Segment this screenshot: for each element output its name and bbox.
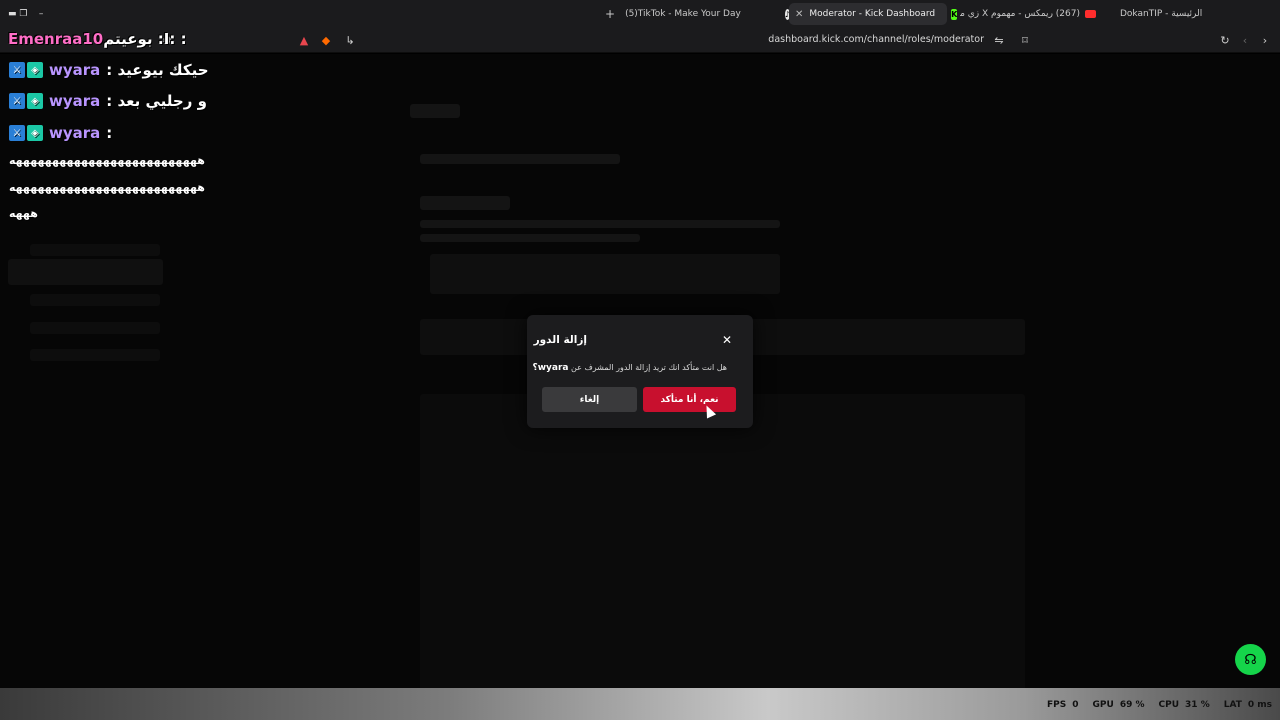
chat-username: wyara <box>49 92 101 110</box>
chat-message: ⚔ ◈ wyara : حيكك بيوعيد <box>9 61 209 79</box>
description-placeholder <box>420 234 640 242</box>
moderators-table-placeholder <box>420 394 1025 694</box>
sidebar-active-placeholder <box>8 259 163 285</box>
tabs-placeholder <box>420 154 620 164</box>
tab-label: (267) ريمكس - مهموم X زي مي | ... <box>960 9 1080 19</box>
new-tab-icon[interactable]: + <box>605 7 615 21</box>
share-icon[interactable]: ↳ <box>343 33 357 47</box>
back-icon[interactable]: › <box>1258 33 1272 47</box>
cancel-button[interactable]: إلغاء <box>542 387 637 412</box>
section-heading-placeholder <box>420 196 510 210</box>
fps-label: FPS <box>1047 700 1067 710</box>
performance-stats: FPS 0 GPU 69 % CPU 31 % LAT 0 ms <box>1047 700 1272 710</box>
streamer-name: Emenraa10 <box>8 30 104 48</box>
fps-value: 0 <box>1072 700 1079 710</box>
sidebar-placeholder <box>30 244 160 256</box>
latency-value: 0 ms <box>1247 700 1272 710</box>
chat-spam-line: هههه <box>9 207 39 220</box>
remove-role-dialog: إزالة الدور ✕ هل انت متأكد انك تريد إزال… <box>527 315 753 428</box>
browser-tab-bar: ▬ ❐ – + (5)TikTok - Make Your Day ♪ ✕ Mo… <box>0 0 1280 27</box>
gpu-value: 69 % <box>1119 700 1145 710</box>
moderator-badge-icon: ⚔ <box>9 62 25 78</box>
tab-kick-dashboard[interactable]: ✕ Moderator - Kick Dashboard K <box>789 3 958 25</box>
tab-label: Moderator - Kick Dashboard <box>809 9 936 19</box>
support-chat-icon[interactable]: ☊ <box>1235 644 1266 675</box>
streamer-suffix: بوعيتم :I: : <box>103 30 187 48</box>
tab-label: DokanTIP - الرئيسية <box>1120 9 1203 19</box>
cpu-label: CPU <box>1158 700 1180 710</box>
gpu-stat: GPU 69 % <box>1093 700 1145 710</box>
bookmark-icon[interactable]: ⌑ <box>1018 33 1032 47</box>
page-title-placeholder <box>410 104 460 118</box>
subscriber-badge-icon: ◈ <box>27 93 43 109</box>
latency-label: LAT <box>1223 700 1242 710</box>
fps-stat: FPS 0 <box>1047 700 1079 710</box>
close-icon[interactable]: ✕ <box>720 333 734 347</box>
chat-spam-line: ههههههههههههههههههههههههههه <box>9 181 206 194</box>
description-placeholder <box>420 220 780 228</box>
cpu-value: 31 % <box>1185 700 1210 710</box>
moderator-badge-icon: ⚔ <box>9 93 25 109</box>
tab-dokantip[interactable]: DokanTIP - الرئيسية <box>1120 3 1270 25</box>
gpu-label: GPU <box>1092 700 1114 710</box>
dialog-message: هل انت متأكد انك تريد إزالة الدور المشرف… <box>532 363 727 373</box>
dialog-title: إزالة الدور <box>533 334 587 346</box>
confirm-remove-button[interactable]: نعم، أنا متأكد <box>643 387 736 412</box>
latency-stat: LAT 0 ms <box>1224 700 1272 710</box>
chat-username: wyara <box>49 61 101 79</box>
close-tab-icon[interactable]: ✕ <box>795 9 803 20</box>
url-text[interactable]: dashboard.kick.com/channel/roles/moderat… <box>768 34 984 45</box>
brave-rewards-icon[interactable]: ▲ <box>297 33 311 47</box>
dialog-message-text: هل انت متأكد انك تريد إزالة الدور المشرف… <box>571 363 727 372</box>
kick-icon: K <box>951 8 958 20</box>
chat-username: wyara <box>49 124 101 142</box>
cpu-stat: CPU 31 % <box>1159 700 1210 710</box>
moderator-badge-icon: ⚔ <box>9 125 25 141</box>
chat-message: ⚔ ◈ wyara : و رجليي بعد <box>9 92 207 110</box>
subscriber-badge-icon: ◈ <box>27 62 43 78</box>
chat-spam-line: ههههههههههههههههههههههههههه <box>9 154 206 167</box>
chat-text: : و رجليي بعد <box>106 92 207 110</box>
subscriber-badge-icon: ◈ <box>27 125 43 141</box>
reload-icon[interactable]: ↻ <box>1218 33 1232 47</box>
youtube-icon <box>1085 10 1096 18</box>
performance-bar: FPS 0 GPU 69 % CPU 31 % LAT 0 ms <box>0 688 1280 720</box>
tab-youtube[interactable]: (267) ريمكس - مهموم X زي مي | ... <box>960 3 1110 25</box>
sidebar-placeholder <box>30 322 160 334</box>
address-bar: ⚙ ▲ ◆ ↳ dashboard.kick.com/channel/roles… <box>0 27 1280 53</box>
sidebar-placeholder <box>30 294 160 306</box>
overlay-streamer-name: Emenraa10بوعيتم :I: : <box>8 30 187 48</box>
tab-label: (5)TikTok - Make Your Day <box>625 9 741 19</box>
brave-shields-icon[interactable]: ◆ <box>319 33 333 47</box>
forward-icon[interactable]: ‹ <box>1238 33 1252 47</box>
tab-tiktok[interactable]: + (5)TikTok - Make Your Day ♪ <box>605 3 790 25</box>
site-settings-icon[interactable]: ⇋ <box>992 33 1006 47</box>
chat-message: ⚔ ◈ wyara : <box>9 124 112 142</box>
dialog-username: wyara؟ <box>532 363 569 373</box>
chat-text: : حيكك بيوعيد <box>106 61 209 79</box>
window-controls[interactable]: ▬ ❐ – <box>8 3 43 25</box>
chat-text: : <box>106 124 113 142</box>
sidebar-placeholder <box>30 349 160 361</box>
permissions-list-placeholder <box>430 254 780 294</box>
